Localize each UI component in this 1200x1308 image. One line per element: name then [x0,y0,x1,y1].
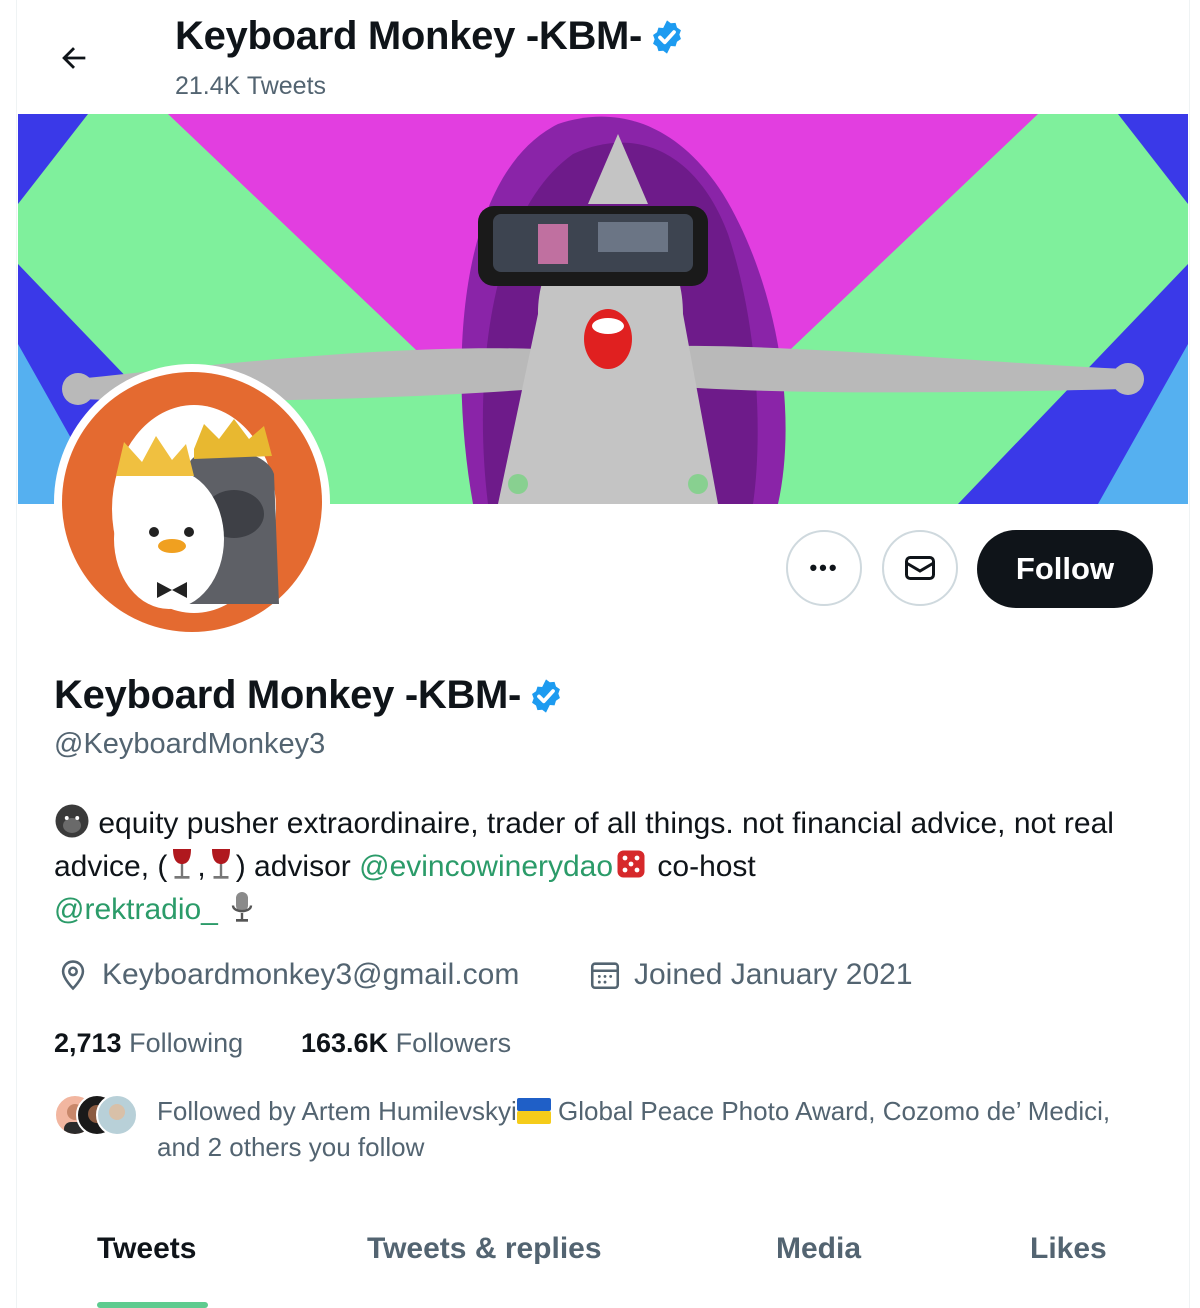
verified-badge-icon [653,19,682,54]
wine-glass-icon [173,849,192,879]
followed-by-text[interactable]: Followed by Artem Humilevskyi Global Pea… [157,1093,1117,1165]
followers-link[interactable]: 163.6K Followers [301,1028,511,1059]
following-count: 2,713 [54,1028,122,1058]
following-link[interactable]: 2,713 Following [54,1028,243,1059]
tab-tweets[interactable]: Tweets [97,1232,196,1266]
arrow-left-icon [62,47,86,69]
profile-handle: @KeyboardMonkey3 [54,728,326,760]
wine-glass-icon [211,849,230,879]
tab-tweets-and-replies[interactable]: Tweets & replies [367,1232,602,1266]
followers-count: 163.6K [301,1028,389,1058]
followed-by-start: Followed by Artem Humilevskyi [157,1096,517,1126]
envelope-icon [905,556,935,580]
bio-text-4: co-host [657,850,756,883]
dice-icon [617,850,645,878]
followers-label: Followers [395,1028,512,1058]
profile-name: Keyboard Monkey -KBM- [54,673,522,717]
gorilla-emoji-icon [55,804,89,838]
header-title: Keyboard Monkey -KBM- [175,14,686,59]
header-name: Keyboard Monkey -KBM- [175,14,643,58]
tab-media[interactable]: Media [776,1232,861,1266]
profile-name-row: Keyboard Monkey -KBM- [54,673,565,718]
followed-by-avatars[interactable] [54,1094,138,1136]
profile-avatar[interactable] [54,364,330,640]
ukraine-flag-icon [516,1098,551,1124]
microphone-icon [232,892,253,922]
joined-text: Joined January 2021 [634,958,913,991]
follow-button[interactable]: Follow [977,530,1153,608]
location-pin-icon [61,960,85,991]
profile-joined: Joined January 2021 [588,958,913,992]
following-label: Following [129,1028,244,1058]
header-tweet-count: 21.4K Tweets [175,72,327,100]
bio-text-2: , [197,850,206,883]
verified-badge-icon [532,678,561,713]
follower-avatar [96,1094,138,1136]
back-button[interactable] [52,36,96,80]
mention-link-evincowinerydao[interactable]: @evincowinerydao [359,850,613,883]
calendar-icon [590,962,620,990]
more-options-button[interactable]: ••• [786,530,862,606]
tab-likes[interactable]: Likes [1030,1232,1107,1266]
mention-link-rektradio[interactable]: @rektradio_ [54,893,218,926]
bio-text-3: ) advisor [235,850,351,883]
avatar-image [62,372,322,632]
more-dots-icon: ••• [809,555,839,580]
profile-bio: equity pusher extraordinaire, trader of … [54,802,1164,931]
location-text: Keyboardmonkey3@gmail.com [102,958,520,991]
active-tab-indicator [97,1302,208,1308]
profile-location: Keyboardmonkey3@gmail.com [56,958,519,992]
message-button[interactable] [882,530,958,606]
